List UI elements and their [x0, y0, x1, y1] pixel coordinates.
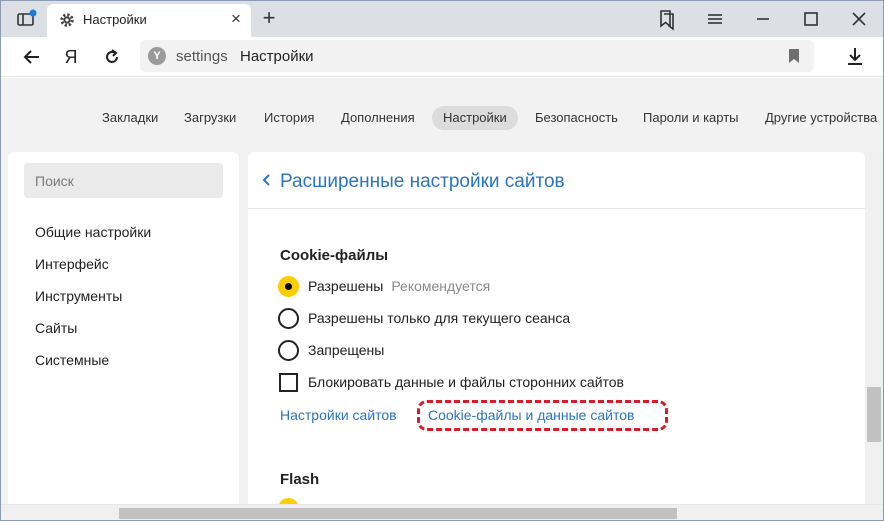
radio-label: Запрещены [308, 342, 385, 358]
chevron-left-icon[interactable] [261, 172, 271, 188]
horizontal-scroll-thumb[interactable] [119, 508, 677, 519]
vertical-scroll-thumb[interactable] [867, 387, 881, 442]
sidebar-item-general[interactable]: Общие настройки [35, 224, 151, 240]
close-icon[interactable]: × [227, 10, 245, 28]
nav-extensions[interactable]: Дополнения [341, 106, 415, 130]
tab-title: Настройки [83, 12, 147, 27]
back-icon[interactable] [21, 46, 43, 68]
nav-bookmarks[interactable]: Закладки [102, 106, 158, 130]
bookmark-icon[interactable] [788, 49, 800, 63]
search-input[interactable] [24, 163, 223, 198]
highlight-annotation [417, 400, 668, 431]
radio-button-checked[interactable] [278, 276, 299, 297]
settings-nav: Закладки Загрузки История Дополнения Нас… [1, 78, 883, 152]
nav-security[interactable]: Безопасность [535, 106, 618, 130]
yandex-icon[interactable]: Я [60, 46, 82, 68]
site-settings-link[interactable]: Настройки сайтов [280, 407, 397, 423]
title-bar: Настройки × + [1, 1, 883, 37]
navigation-bar: Я Y settings Настройки [1, 37, 883, 77]
minimize-icon[interactable] [751, 7, 775, 31]
nav-other-devices[interactable]: Другие устройства [765, 106, 877, 130]
maximize-icon[interactable] [799, 7, 823, 31]
checkbox-label: Блокировать данные и файлы сторонних сай… [308, 374, 624, 390]
reload-icon[interactable] [101, 46, 123, 68]
bookmarks-panel-icon[interactable] [655, 7, 679, 31]
page-header: Расширенные настройки сайтов [248, 152, 865, 209]
site-info-icon[interactable]: Y [148, 47, 166, 65]
close-window-icon[interactable] [847, 7, 871, 31]
cookies-section-title: Cookie-файлы [280, 247, 389, 264]
sidebar-item-interface[interactable]: Интерфейс [35, 256, 109, 272]
browser-window: Настройки × + Я Y settings Настройки Зак… [0, 0, 884, 521]
sidebar-item-sites[interactable]: Сайты [35, 320, 77, 336]
menu-icon[interactable] [703, 7, 727, 31]
settings-sidebar: Общие настройки Интерфейс Инструменты Са… [8, 152, 239, 504]
radio-label: Разрешены [308, 278, 384, 294]
svg-text:Я: Я [65, 47, 78, 67]
gear-icon [60, 13, 74, 27]
tabs-icon[interactable] [15, 9, 37, 29]
nav-history[interactable]: История [264, 106, 314, 130]
sidebar-item-system[interactable]: Системные [35, 352, 109, 368]
horizontal-scrollbar[interactable] [1, 504, 883, 520]
nav-passwords[interactable]: Пароли и карты [643, 106, 739, 130]
vertical-scrollbar[interactable] [865, 152, 883, 504]
address-page-title: Настройки [240, 48, 314, 65]
page-title[interactable]: Расширенные настройки сайтов [280, 171, 565, 193]
radio-button[interactable] [278, 308, 299, 329]
radio-label: Разрешены только для текущего сеанса [308, 310, 571, 326]
recommended-hint: Рекомендуется [391, 278, 491, 294]
nav-settings[interactable]: Настройки [432, 106, 518, 130]
tab-settings[interactable]: Настройки × [47, 4, 251, 37]
nav-downloads[interactable]: Загрузки [184, 106, 236, 130]
address-host: settings [176, 48, 228, 65]
download-icon[interactable] [844, 45, 866, 67]
address-bar[interactable]: Y settings Настройки [140, 40, 814, 72]
flash-section-title: Flash [280, 471, 320, 488]
settings-main: Расширенные настройки сайтов Cookie-файл… [248, 152, 865, 504]
radio-button[interactable] [278, 340, 299, 361]
sidebar-item-tools[interactable]: Инструменты [35, 288, 122, 304]
checkbox[interactable] [279, 373, 298, 392]
plus-icon[interactable]: + [258, 6, 280, 30]
